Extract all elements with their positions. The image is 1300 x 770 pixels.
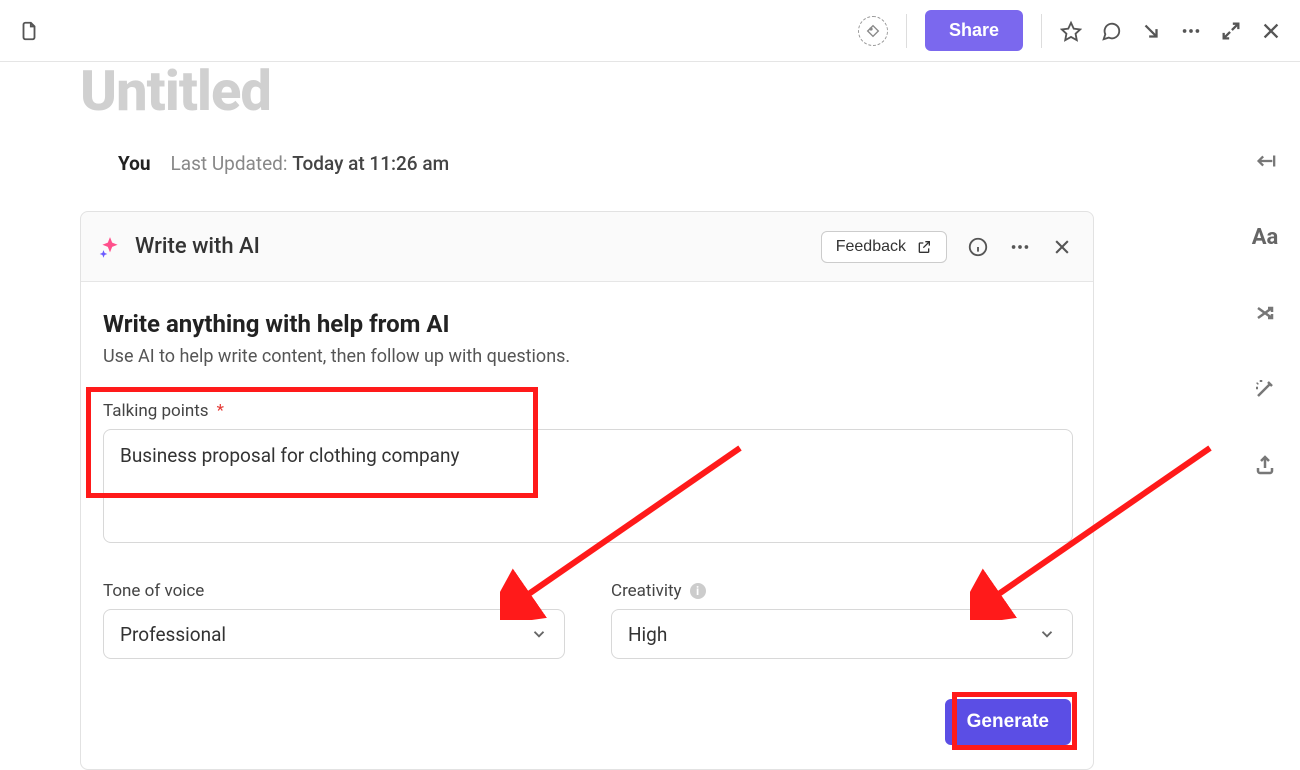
ai-panel: Write with AI Feedback: [80, 211, 1094, 770]
collapse-right-icon[interactable]: [1252, 148, 1278, 174]
ai-panel-title: Write with AI: [135, 234, 260, 259]
feedback-button[interactable]: Feedback: [821, 231, 947, 263]
doc-meta: You Last Updated: Today at 11:26 am: [118, 152, 1300, 175]
talking-points-input[interactable]: [103, 429, 1073, 543]
talking-points-label: Talking points *: [103, 401, 1071, 421]
tag-icon[interactable]: [858, 16, 888, 46]
panel-close-icon[interactable]: [1051, 236, 1073, 258]
tone-select[interactable]: Professional: [103, 609, 565, 659]
generate-button[interactable]: Generate: [945, 699, 1071, 745]
separator: [1041, 14, 1042, 48]
creativity-value: High: [628, 623, 667, 646]
close-icon[interactable]: [1260, 20, 1282, 42]
ai-heading: Write anything with help from AI: [103, 310, 1071, 338]
sparkle-icon: [97, 235, 121, 259]
chevron-down-icon: [1038, 625, 1056, 643]
top-toolbar: Share: [0, 0, 1300, 62]
feedback-label: Feedback: [836, 238, 906, 256]
last-updated-label: Last Updated:: [171, 152, 288, 175]
expand-icon[interactable]: [1220, 20, 1242, 42]
ai-subheading: Use AI to help write content, then follo…: [103, 346, 1071, 367]
star-icon[interactable]: [1060, 20, 1082, 42]
download-icon[interactable]: [1140, 20, 1162, 42]
info-icon[interactable]: [967, 236, 989, 258]
author-label: You: [118, 152, 151, 175]
upload-icon[interactable]: [1252, 452, 1278, 478]
creativity-label: Creativity i: [611, 581, 1073, 601]
shuffle-icon[interactable]: [1252, 300, 1278, 326]
tone-value: Professional: [120, 623, 226, 646]
panel-more-icon[interactable]: [1009, 236, 1031, 258]
tone-label: Tone of voice: [103, 581, 565, 601]
creativity-select[interactable]: High: [611, 609, 1073, 659]
page-icon[interactable]: [18, 20, 40, 42]
typography-icon[interactable]: Aa: [1252, 224, 1278, 250]
separator: [906, 14, 907, 48]
share-button[interactable]: Share: [925, 10, 1023, 51]
creativity-info-icon[interactable]: i: [690, 583, 706, 599]
magic-wand-icon[interactable]: [1252, 376, 1278, 402]
more-icon[interactable]: [1180, 20, 1202, 42]
comment-icon[interactable]: [1100, 20, 1122, 42]
chevron-down-icon: [530, 625, 548, 643]
last-updated-value: Today at 11:26 am: [292, 152, 449, 175]
doc-title[interactable]: Untitled: [80, 58, 1300, 124]
